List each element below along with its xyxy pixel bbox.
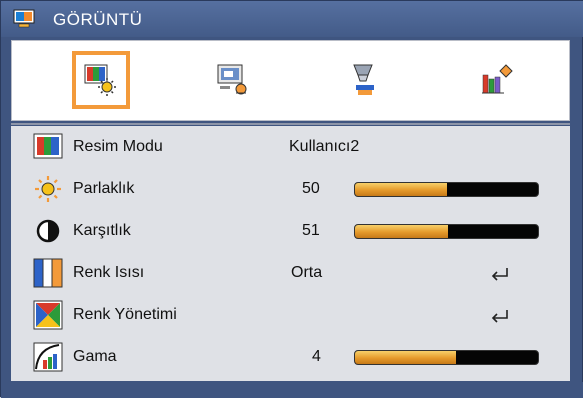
osd-window: GÖRÜNTÜ Resim Modu Kullanıcı2 Parlaklık … (0, 0, 583, 398)
menu-list: Resim Modu Kullanıcı2 Parlaklık 50 Karşı… (11, 126, 570, 381)
options-icon (482, 64, 513, 94)
menu-item-brightness[interactable]: Parlaklık 50 (11, 170, 570, 210)
title-bar: GÖRÜNTÜ (1, 1, 583, 37)
color-management-icon (33, 300, 63, 330)
brightness-value: 50 (302, 180, 320, 197)
divider (11, 123, 570, 125)
gamma-slider[interactable] (354, 350, 539, 365)
tab-options[interactable] (468, 51, 526, 109)
menu-item-label: Parlaklık (73, 180, 135, 197)
menu-item-picture-mode[interactable]: Resim Modu Kullanıcı2 (11, 128, 570, 168)
menu-item-label: Gama (73, 348, 117, 365)
tab-image[interactable] (72, 51, 130, 109)
brightness-slider[interactable] (354, 182, 539, 197)
contrast-value: 51 (302, 222, 320, 239)
slider-fill (355, 351, 456, 364)
display-icon (13, 9, 35, 28)
menu-item-color-management[interactable]: Renk Yönetimi (11, 296, 570, 336)
enter-icon[interactable] (489, 308, 511, 324)
menu-item-color-temperature[interactable]: Renk Isısı Orta (11, 254, 570, 294)
color-mode-icon (33, 133, 63, 159)
contrast-icon (36, 219, 60, 243)
tab-settings[interactable] (336, 51, 394, 109)
menu-item-label: Renk Isısı (73, 264, 145, 281)
screen-icon (217, 64, 247, 95)
menu-item-label: Resim Modu (73, 138, 163, 155)
sun-icon (35, 176, 61, 202)
menu-item-contrast[interactable]: Karşıtlık 51 (11, 212, 570, 252)
gamma-value: 4 (312, 348, 321, 365)
menu-item-label: Karşıtlık (73, 222, 131, 239)
color-temperature-value: Orta (291, 264, 323, 281)
settings-icon (353, 64, 374, 95)
image-settings-icon (84, 64, 116, 96)
color-temperature-icon (33, 258, 63, 288)
contrast-slider[interactable] (354, 224, 539, 239)
picture-mode-value: Kullanıcı2 (289, 138, 360, 155)
menu-tab-bar (11, 40, 570, 121)
gamma-curve-icon (33, 342, 63, 372)
menu-item-label: Renk Yönetimi (73, 306, 177, 323)
tab-screen[interactable] (204, 51, 262, 109)
slider-fill (355, 225, 449, 238)
menu-item-gamma[interactable]: Gama 4 (11, 338, 570, 378)
window-title: GÖRÜNTÜ (53, 10, 143, 29)
enter-icon[interactable] (489, 266, 511, 282)
footer-bar (1, 382, 583, 398)
slider-fill (355, 183, 447, 196)
